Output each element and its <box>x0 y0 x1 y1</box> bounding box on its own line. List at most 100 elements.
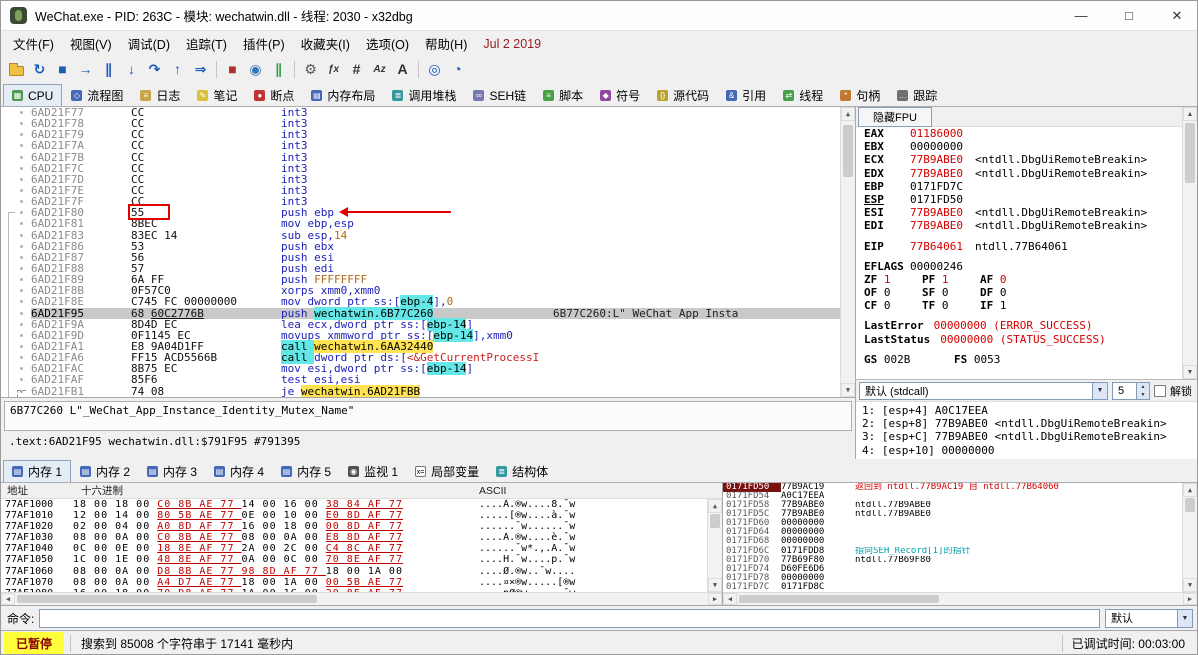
disasm-row[interactable]: 6AD21F80 55 push ebp <box>1 207 840 218</box>
assemble-icon[interactable]: Az <box>369 59 390 80</box>
flag-zf[interactable]: ZF 1 <box>864 273 922 286</box>
disasm-row[interactable]: 6AD21FAC 8B75 EC mov esi,dword ptr ss:[ebp… <box>1 362 840 376</box>
register-row[interactable]: LastError 00000000 (ERROR_SUCCESS) <box>856 319 1182 332</box>
args-row[interactable]: 1: [esp+4] A0C17EEA <box>862 404 1197 417</box>
tab-memory-map[interactable]: ▤ 内存布局 <box>303 84 383 106</box>
flag-af[interactable]: AF 0 <box>980 273 1038 286</box>
menu-item-debug[interactable]: 调试(D) <box>120 31 178 56</box>
disasm-gutter[interactable] <box>1 319 31 330</box>
run-icon[interactable]: → <box>75 59 96 80</box>
disasm-gutter[interactable] <box>1 352 31 363</box>
menu-item-plugins[interactable]: 插件(P) <box>235 31 293 56</box>
register-row[interactable]: EBP 0171FD7C <box>856 180 1182 193</box>
scroll-right-arrow-icon[interactable]: ▶ <box>708 593 722 605</box>
scroll-left-arrow-icon[interactable]: ◀ <box>723 593 737 605</box>
disasm-row[interactable]: 6AD21F77 CC int3 <box>1 107 840 118</box>
menu-item-favourites[interactable]: 收藏夹(I) <box>293 31 358 56</box>
flag-of[interactable]: OF 0 <box>864 286 922 299</box>
tab-threads[interactable]: ⇄ 线程 <box>775 84 831 106</box>
disasm-row[interactable]: 6AD21F7A CC int3 <box>1 140 840 152</box>
calling-convention-select[interactable]: 默认 (stdcall) ▼ <box>859 381 1108 400</box>
scroll-thumb[interactable] <box>1185 123 1195 183</box>
tab-graph[interactable]: ◇ 流程图 <box>63 84 131 106</box>
stack-hscrollbar[interactable]: ◀ ▶ <box>723 592 1197 605</box>
open-file-icon[interactable] <box>6 59 27 80</box>
tab-dump-4[interactable]: ▤ 内存 4 <box>206 460 272 482</box>
argument-depth-spinner[interactable]: 5 ▲ ▼ <box>1112 381 1150 400</box>
scroll-thumb[interactable] <box>843 125 853 177</box>
scroll-up-arrow-icon[interactable]: ▲ <box>841 107 855 121</box>
disasm-gutter[interactable] <box>1 207 31 218</box>
chevron-down-icon[interactable]: ▼ <box>1177 609 1192 627</box>
spinner-arrows[interactable]: ▲ ▼ <box>1136 382 1149 399</box>
hash-icon[interactable]: # <box>346 59 367 80</box>
stop-icon[interactable]: ■ <box>52 59 73 80</box>
disasm-gutter[interactable] <box>1 185 31 196</box>
tab-script[interactable]: ≡ 脚本 <box>535 84 591 106</box>
step-over-icon[interactable]: ↷ <box>144 59 165 80</box>
register-row[interactable]: EIP 77B64061 ntdll.77B64061 <box>856 240 1182 253</box>
disasm-gutter[interactable] <box>1 263 31 274</box>
tab-call-stack[interactable]: ≣ 调用堆栈 <box>384 84 464 106</box>
hide-fpu-button[interactable]: 隐藏FPU <box>858 107 932 127</box>
minimize-button[interactable]: — <box>1061 1 1101 30</box>
register-row[interactable]: EFLAGS 00000246 <box>856 260 1182 273</box>
scroll-thumb[interactable] <box>710 514 720 528</box>
menu-item-help[interactable]: 帮助(H) <box>417 31 475 56</box>
tab-dump-2[interactable]: ▤ 内存 2 <box>72 460 138 482</box>
register-row[interactable]: LastStatus 00000000 (STATUS_SUCCESS) <box>856 333 1182 346</box>
register-row[interactable]: EDX 77B9ABE0 <ntdll.DbgUiRemoteBreakin> <box>856 167 1182 180</box>
memory-row[interactable]: 77AF1010 12 00 14 00 80 5B AE 77 0E 00 10… <box>1 510 707 521</box>
flag-df[interactable]: DF 0 <box>980 286 1038 299</box>
scroll-right-arrow-icon[interactable]: ▶ <box>1183 593 1197 605</box>
disasm-gutter[interactable] <box>1 107 31 118</box>
args-row[interactable]: 4: [esp+10] 00000000 <box>862 444 1197 457</box>
pause-icon[interactable]: ∥ <box>98 59 119 80</box>
tab-source[interactable]: {} 源代码 <box>649 84 717 106</box>
registers-vscrollbar[interactable]: ▲ ▼ <box>1182 107 1197 379</box>
flag-tf[interactable]: TF 0 <box>922 299 980 312</box>
tab-notes[interactable]: ✎ 笔记 <box>189 84 245 106</box>
disasm-row[interactable]: 6AD21F81 8BEC mov ebp,esp <box>1 218 840 230</box>
disasm-gutter[interactable] <box>1 341 31 352</box>
disassembly-vscrollbar[interactable]: ▲ ▼ <box>840 107 855 397</box>
disasm-row[interactable]: 6AD21F78 CC int3 <box>1 118 840 129</box>
disasm-gutter[interactable] <box>1 241 31 252</box>
tab-seh[interactable]: ∞ SEH链 <box>465 84 534 106</box>
disasm-gutter[interactable] <box>1 252 31 263</box>
flag-fs[interactable]: FS 0053 <box>954 353 1044 366</box>
find-strings-icon[interactable]: ◎ <box>424 59 445 80</box>
patches-icon[interactable]: ∥ <box>268 59 289 80</box>
chevron-down-icon[interactable]: ▼ <box>1092 382 1107 399</box>
spin-down-icon[interactable]: ▼ <box>1137 390 1149 399</box>
disasm-gutter[interactable] <box>1 163 31 174</box>
disasm-row[interactable]: 6AD21F7B CC int3 <box>1 151 840 163</box>
memory-row[interactable]: 77AF1030 08 00 0A 00 C0 8B AE 77 08 00 0A… <box>1 532 707 543</box>
tab-locals[interactable]: x= 局部变量 <box>407 460 487 482</box>
register-row[interactable]: ESI 77B9ABE0 <ntdll.DbgUiRemoteBreakin> <box>856 206 1182 219</box>
tab-references[interactable]: & 引用 <box>718 84 774 106</box>
stack-vscrollbar[interactable]: ▲ ▼ <box>1182 483 1197 592</box>
spin-up-icon[interactable]: ▲ <box>1137 382 1149 391</box>
disasm-gutter[interactable] <box>1 308 31 319</box>
font-icon[interactable]: A <box>392 59 413 80</box>
memory-hscrollbar[interactable]: ◀ ▶ <box>1 592 722 605</box>
flag-pf[interactable]: PF 1 <box>922 273 980 286</box>
disasm-row[interactable]: 6AD21F8E C745 FC 00000000 mov dword ptr ss… <box>1 295 840 309</box>
disasm-row[interactable]: 6AD21F7C CC int3 <box>1 163 840 174</box>
disasm-row[interactable]: 6AD21F7F CC int3 <box>1 196 840 207</box>
memory-vscrollbar[interactable]: ▲ ▼ <box>707 499 722 592</box>
trace-record-icon[interactable]: ■ <box>222 59 243 80</box>
scroll-thumb[interactable] <box>17 595 317 603</box>
disasm-gutter[interactable] <box>1 118 31 129</box>
disasm-row[interactable]: 6AD21F86 53 push ebx <box>1 241 840 252</box>
disasm-gutter[interactable] <box>1 129 31 140</box>
args-row[interactable]: 3: [esp+C] 77B9ABE0 <ntdll.DbgUiRemoteBr… <box>862 430 1197 443</box>
tab-dump-3[interactable]: ▤ 内存 3 <box>139 460 205 482</box>
flag-gs[interactable]: GS 002B <box>864 353 954 366</box>
register-row[interactable]: ESP 0171FD50 <box>856 193 1182 206</box>
memory-row[interactable]: 77AF1040 0C 00 0E 00 18 8E AF 77 2A 00 2C… <box>1 543 707 554</box>
disasm-gutter[interactable] <box>1 140 31 151</box>
menu-item-file[interactable]: 文件(F) <box>5 31 62 56</box>
tab-log[interactable]: ≡ 日志 <box>132 84 188 106</box>
